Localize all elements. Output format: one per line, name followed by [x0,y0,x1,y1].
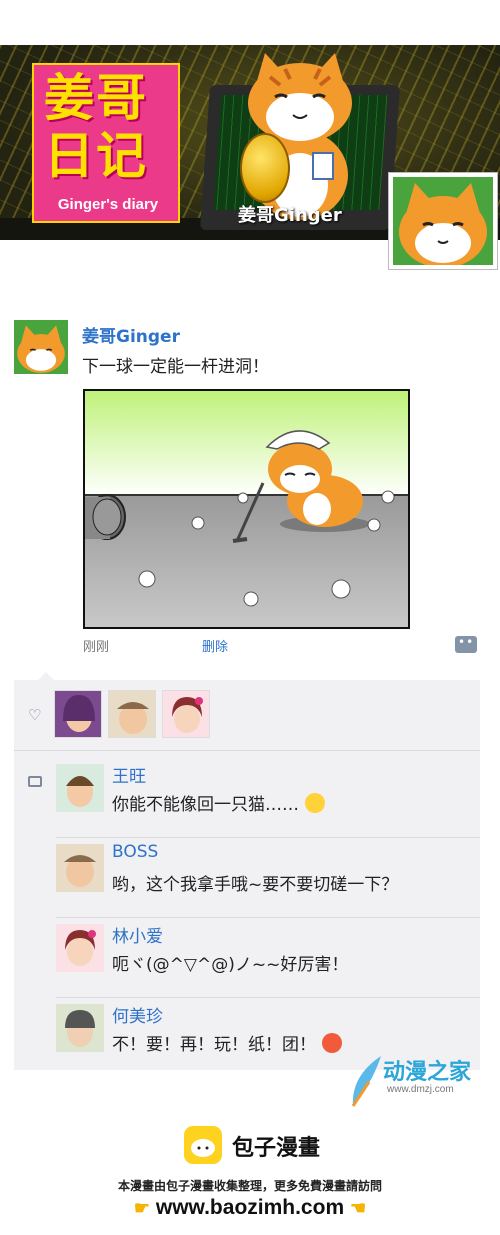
cat-avatar-icon [399,183,487,265]
commenter-avatar[interactable] [56,764,104,812]
commenter-name[interactable]: 林小爱 [112,922,163,947]
dmzj-watermark: 动漫之家 www.dmzj.com [345,1046,490,1116]
feather-logo-icon [351,1056,381,1107]
liker-avatar[interactable] [54,690,102,738]
title-line-2: 日记 [44,127,148,185]
commenter-name[interactable]: 王旺 [112,762,146,787]
pointing-right-icon: ☛ [133,1198,151,1218]
baozi-logo-icon [184,1126,222,1164]
diary-title-logo: 姜哥 日记 Ginger's diary [32,63,180,223]
heart-icon: ♡ [28,706,42,724]
post-author-avatar[interactable] [14,320,68,374]
post-image[interactable] [83,389,410,629]
footer-brand: 包子漫畫 [232,1136,321,1161]
crying-emoji-icon [305,793,325,813]
comment-text: 哟，这个我拿手哦~要不要切磋一下？ [112,875,399,895]
profile-avatar[interactable] [388,172,498,270]
comment-icon [28,776,42,787]
title-english: Ginger's diary [57,196,159,213]
likes-list [54,690,210,738]
liker-avatar[interactable] [108,690,156,738]
comment-text: 你能不能像回一只猫…… [112,790,325,815]
liker-avatar[interactable] [162,690,210,738]
comment-text: 不！要！再！玩！纸！团！ [112,1030,342,1055]
angry-emoji-icon [322,1033,342,1053]
banner-name-tag: 姜哥Ginger [238,205,342,226]
commenter-name[interactable]: 何美珍 [112,1002,163,1027]
delete-link[interactable]: 删除 [202,636,228,655]
commenter-name[interactable]: BOSS [112,842,158,862]
post-timestamp: 刚刚 [83,640,110,655]
post-author-name[interactable]: 姜哥Ginger [82,322,180,347]
post-text: 下一球一定能一杆进洞！ [82,357,269,377]
gold-coin-illustration [240,133,290,203]
more-options-button[interactable] [455,635,477,653]
commenter-avatar[interactable] [56,844,104,892]
ginger-cat-illustration [248,53,352,220]
commenter-avatar[interactable] [56,924,104,972]
comment-item: 王旺 你能不能像回一只猫…… [56,758,480,838]
comment-item: 林小爱 呃ヾ(@^▽^@)ノ~~好厉害！ [56,918,480,998]
interaction-panel: ♡ 王旺 你能不能像回一只猫…… BOSS 哟，这个我拿手哦~要不要切磋一下？ [14,672,480,1070]
comment-item: BOSS 哟，这个我拿手哦~要不要切磋一下？ [56,838,480,918]
title-line-1: 姜哥 [44,69,148,127]
golf-cat-comic [85,391,408,627]
cat-avatar-icon [17,325,65,373]
footer-url-link[interactable]: ☛ www.baozimh.com ☚ [0,1196,500,1220]
footer-description: 本漫畫由包子漫畫收集整理，更多免費漫畫請訪問 [117,1179,382,1193]
pointing-left-icon: ☚ [349,1198,367,1218]
comment-text: 呃ヾ(@^▽^@)ノ~~好厉害！ [112,955,349,975]
commenter-avatar[interactable] [56,1004,104,1052]
